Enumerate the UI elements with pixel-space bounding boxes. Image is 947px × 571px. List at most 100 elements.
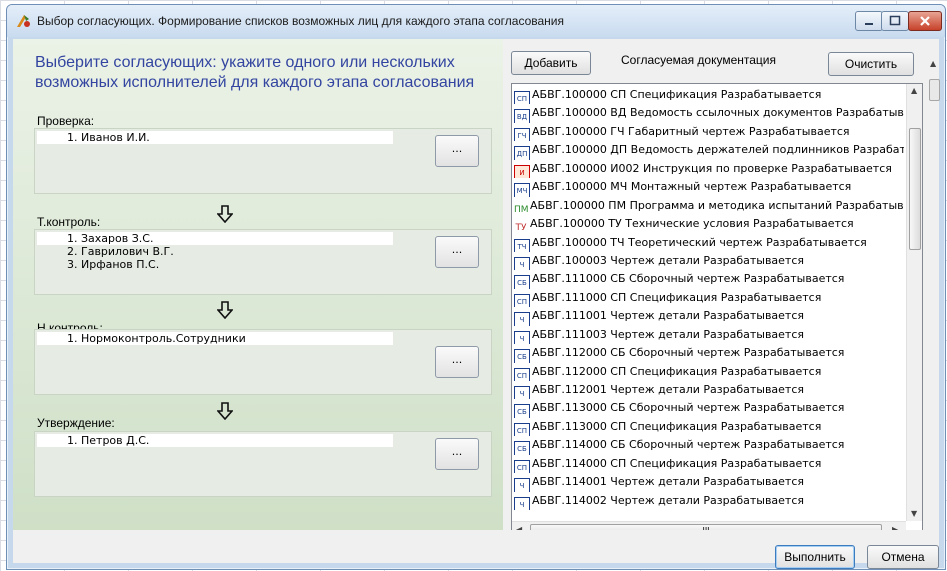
choose-approvers-button-tkontrol[interactable]: ... [435,236,479,268]
document-text: АБВГ.100000 ПМ Программа и методика испы… [530,198,904,212]
app-icon [17,15,30,27]
document-type-icon: Ч [514,496,530,511]
list-item[interactable]: 1. Захаров З.С. [37,232,393,245]
stage-label-utverzhdenie: Утверждение: [37,416,115,430]
list-item[interactable]: ПМАБВГ.100000 ПМ Программа и методика ис… [514,197,904,215]
list-item[interactable]: СБ АБВГ.112000 СБ Сборочный чертеж Разраб… [514,344,904,363]
outer-scrollbar-thumb[interactable] [929,79,940,101]
list-item[interactable]: ВД АБВГ.100000 ВД Ведомость ссылочных док… [514,104,904,123]
title-bar[interactable]: Выбор согласующих. Формирование списков … [7,5,945,37]
choose-approvers-button-utverzhdenie[interactable]: ... [435,438,479,470]
document-type-icon: СП [514,367,530,381]
down-arrow-icon [217,402,233,420]
window-title: Выбор согласующих. Формирование списков … [37,14,565,28]
document-type-icon: ВД [514,109,530,123]
document-text: АБВГ.111003 Чертеж детали Разрабатываетс… [532,327,805,341]
list-item[interactable]: СП АБВГ.100000 СП Спецификация Разрабатыв… [514,86,904,105]
list-item[interactable]: И АБВГ.100000 И002 Инструкция по проверке… [514,160,904,179]
document-type-icon: ПМ [514,204,529,215]
outer-scrollbar[interactable]: ▲ ▼ [928,59,940,554]
document-type-icon: СБ [514,441,530,455]
document-type-icon: Ч [514,256,530,271]
document-text: АБВГ.100000 ТУ Технические условия Разра… [530,217,854,231]
instructions-heading: Выберите согласующих: укажите одного или… [35,54,475,91]
document-text: АБВГ.100000 ГЧ Габаритный чертеж Разраба… [532,124,850,138]
list-item[interactable]: Ч АБВГ.114001 Чертеж детали Разрабатывает… [514,473,904,492]
document-type-icon: Ч [514,330,530,345]
list-item[interactable]: 1. Петров Д.С. [37,434,393,447]
document-type-icon: Ч [514,312,530,326]
document-list-title: Согласуемая документация [621,53,777,67]
cancel-button[interactable]: Отмена [867,545,939,569]
list-item[interactable]: СБ АБВГ.111000 СБ Сборочный чертеж Разраб… [514,270,904,289]
maximize-button[interactable] [881,11,909,31]
document-text: АБВГ.112001 Чертеж детали Разрабатываетс… [532,383,805,396]
scroll-up-icon[interactable]: ▲ [930,59,936,68]
list-item[interactable]: СБ АБВГ.114000 СБ Сборочный чертеж Разраб… [514,436,904,455]
list-item[interactable]: Ч АБВГ.100003 Чертеж детали Разрабатывает… [514,252,904,271]
list-item[interactable]: 2. Гаврилович В.Г. [37,245,393,258]
document-text: АБВГ.114000 СП Спецификация Разрабатывае… [532,456,822,470]
choose-approvers-button-proverka[interactable]: ... [435,135,479,167]
list-item[interactable]: ТУ АБВГ.100000 ТУ Технические условия Раз… [514,215,904,233]
list-item[interactable]: СП АБВГ.113000 СП Спецификация Разрабатыв… [514,418,904,437]
list-item[interactable]: Ч АБВГ.112001 Чертеж детали Разрабатывает… [514,381,904,400]
down-arrow-icon [217,301,233,319]
document-text: АБВГ.100003 Чертеж детали Разрабатываетс… [532,253,805,267]
list-item[interactable]: Ч АБВГ.111003 Чертеж детали Разрабатывает… [514,326,904,345]
document-text: АБВГ.100000 МЧ Монтажный чертеж Разрабат… [532,180,852,194]
document-type-icon: И [514,164,530,179]
list-item[interactable]: 1. Нормоконтроль.Сотрудники [37,332,393,345]
list-scroll-down-icon[interactable]: ▼ [911,509,917,518]
list-item[interactable]: 3. Ирфанов П.С. [37,258,393,271]
stage-box-nkontrol: 1. Нормоконтроль.Сотрудники ... [34,329,492,395]
stage-label-tkontrol: Т.контроль: [37,215,101,229]
document-text: АБВГ.100000 ВД Ведомость ссылочных докум… [532,106,904,120]
list-scrollbar-thumb[interactable] [909,128,921,250]
add-button[interactable]: Добавить [511,51,591,75]
document-text: АБВГ.100000 ТЧ Теоретический чертеж Разр… [532,235,867,249]
document-type-icon: ТЧ [514,238,530,252]
list-item[interactable]: СП АБВГ.114000 СП Спецификация Разрабатыв… [514,455,904,474]
document-text: АБВГ.100000 ДП Ведомость держателей подл… [532,143,904,157]
document-text: АБВГ.112000 СБ Сборочный чертеж Разрабат… [532,346,845,360]
list-item[interactable]: Ч АБВГ.114002 Чертеж детали Разрабатывает… [514,492,904,511]
list-item[interactable]: СП АБВГ.111000 СП Спецификация Разрабатыв… [514,289,904,308]
list-vertical-scrollbar[interactable]: ▲ ▼ [906,84,922,521]
list-item[interactable]: СП АБВГ.112000 СП Спецификация Разрабатыв… [514,363,904,381]
list-item[interactable]: Ч АБВГ.111001 Чертеж детали Разрабатывает… [514,307,904,326]
document-text: АБВГ.113000 СБ Сборочный чертеж Разрабат… [532,401,845,415]
document-text: АБВГ.114002 Чертеж детали Разрабатываетс… [532,493,805,507]
stage-label-proverka: Проверка: [37,114,95,128]
document-type-icon: ГЧ [514,127,530,142]
list-item[interactable]: ГЧ АБВГ.100000 ГЧ Габаритный чертеж Разра… [514,123,904,142]
dialog-client-area: Выберите согласующих: укажите одного или… [13,39,940,569]
document-listbox[interactable]: СП АБВГ.100000 СП Спецификация Разрабатыв… [511,83,923,539]
stage-list-utverzhdenie[interactable]: 1. Петров Д.С. [37,434,393,447]
stage-box-utverzhdenie: 1. Петров Д.С. ... [34,431,492,497]
approvers-panel: Выберите согласующих: укажите одного или… [13,39,503,530]
list-item[interactable]: 1. Иванов И.И. [37,131,393,144]
document-text: АБВГ.100000 И002 Инструкция по проверке … [532,161,892,175]
document-rows: СП АБВГ.100000 СП Спецификация Разрабатыв… [514,86,904,511]
stage-list-nkontrol[interactable]: 1. Нормоконтроль.Сотрудники [37,332,393,345]
list-item[interactable]: СБ АБВГ.113000 СБ Сборочный чертеж Разраб… [514,399,904,418]
clear-button[interactable]: Очистить [828,52,914,76]
list-item[interactable]: ДП АБВГ.100000 ДП Ведомость держателей по… [514,141,904,160]
document-type-icon: СБ [514,404,530,418]
minimize-button[interactable] [855,11,883,31]
stage-list-proverka[interactable]: 1. Иванов И.И. [37,131,393,144]
document-type-icon: СП [514,293,530,308]
stage-list-tkontrol[interactable]: 1. Захаров З.С. 2. Гаврилович В.Г. 3. Ир… [37,232,393,271]
document-type-icon: СБ [514,349,530,363]
document-text: АБВГ.111000 СБ Сборочный чертеж Разрабат… [532,272,845,286]
document-type-icon: СБ [514,275,530,289]
down-arrow-icon [217,205,233,223]
list-item[interactable]: ТЧ АБВГ.100000 ТЧ Теоретический чертеж Ра… [514,234,904,252]
document-text: АБВГ.112000 СП Спецификация Разрабатывае… [532,364,822,378]
choose-approvers-button-nkontrol[interactable]: ... [435,346,479,378]
close-button[interactable] [908,11,942,31]
list-scroll-up-icon[interactable]: ▲ [911,86,917,95]
execute-button[interactable]: Выполнить [775,545,855,569]
list-item[interactable]: МЧ АБВГ.100000 МЧ Монтажный чертеж Разраб… [514,178,904,197]
